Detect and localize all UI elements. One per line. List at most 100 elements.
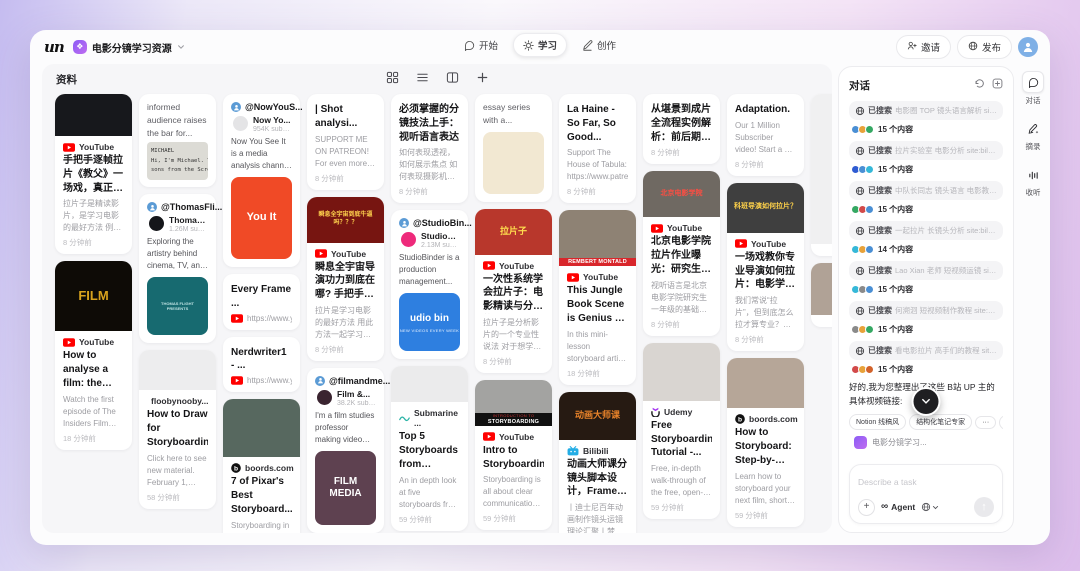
search-entry-results[interactable]: 15 个内容 — [849, 200, 1003, 216]
resource-card[interactable]: 动画大师课Bilibili动画大师课分镜头脚本设计，Framed ink 中..… — [559, 392, 636, 533]
style-pill[interactable]: Notion 线稿风 — [849, 414, 906, 430]
resource-card[interactable]: floobynooby...How to Draw for Storyboard… — [139, 350, 216, 508]
publish-button[interactable]: 发布 — [957, 35, 1012, 59]
columns-view-icon[interactable] — [443, 69, 461, 85]
card-timestamp: 8 分钟前 — [735, 334, 796, 345]
search-entry-action: 已搜索 — [868, 345, 892, 356]
resource-card[interactable]: 北京电影学院YouTube北京电影学院拉片作业曝光：研究生视听语言...视听语言… — [643, 171, 720, 335]
chat-icon — [1022, 71, 1044, 93]
card-thumbnail: REMBERT MONTALD — [559, 210, 636, 266]
resource-card[interactable]: UdemyFree Storyboarding Tutorial -...Fre… — [643, 343, 720, 519]
search-entry-pill[interactable]: 已搜索中队长同志 镜头语言 电影教学 site:... — [849, 181, 1003, 200]
resource-card[interactable]: @ThomasFli...Thomas...1.26M subscrib...E… — [139, 194, 216, 343]
card-link[interactable]: https://www.yo... — [231, 314, 292, 323]
result-favicons — [851, 325, 874, 334]
resource-card[interactable]: | Shot analysi...SUPPORT ME ON PATREON! … — [307, 94, 384, 190]
search-entry-results[interactable]: 15 个内容 — [849, 160, 1003, 176]
mode-tabs: 开始 学习 创作 — [455, 33, 625, 57]
resource-card[interactable]: @NowYouS...Now Yo...954K subscrib...Now … — [223, 94, 300, 267]
youtube-icon — [315, 249, 327, 258]
more-pill[interactable]: ··· — [975, 416, 996, 429]
search-entry-pill[interactable]: 已搜索电影圈 TOP 镜头语言解析 site:bilibil... — [849, 101, 1003, 120]
agent-selector[interactable]: ∞ Agent — [881, 502, 915, 512]
resource-card[interactable]: bboords.com7 of Pixar's Best Storyboard.… — [223, 399, 300, 533]
user-avatar[interactable] — [1018, 37, 1038, 57]
board-reference-chip[interactable]: 电影分镜学习... — [849, 436, 1003, 449]
rail-item-收听[interactable]: 收听 — [1023, 165, 1043, 198]
history-icon[interactable] — [974, 76, 985, 94]
card-timestamp: 59 分钟前 — [399, 514, 460, 525]
resource-card[interactable] — [811, 263, 832, 327]
resource-card[interactable]: La Haine - So Far, So Good...Support The… — [559, 94, 636, 203]
resource-card[interactable]: Submarine ...Top 5 Storyboards from Famo… — [391, 366, 468, 530]
search-entry-action: 已搜索 — [868, 145, 892, 156]
resource-card[interactable]: essay series with a... — [475, 94, 552, 202]
search-entry-pill[interactable]: 已搜索拉片实验室 电影分析 site:bilibili.com — [849, 141, 1003, 160]
card-title: 一场戏教你专业导演如何拉片：电影学院第一课 — [735, 251, 796, 292]
app-logo[interactable]: un — [44, 40, 64, 55]
task-input[interactable] — [858, 477, 994, 497]
thumbnail-text: FILM — [75, 287, 111, 305]
resource-card[interactable]: Every Frame ...https://www.yo... — [223, 274, 300, 330]
search-entry-pill[interactable]: 已搜索何溯洄 短视频制作教程 site:bilibili.c... — [849, 301, 1003, 320]
app-window: un ❖ 电影分镜学习资源 开始 学习 创作 邀请 发布 — [30, 30, 1050, 545]
card-thumbnail: 拉片子 — [475, 209, 552, 255]
resource-card[interactable] — [811, 94, 832, 256]
list-view-icon[interactable] — [413, 69, 431, 85]
favicon-dot — [865, 285, 874, 294]
resource-card[interactable]: 必须掌握的分镜技法上手：视听语言表达如何表现透视，如何展示焦点 如何表现摄影机的… — [391, 94, 468, 203]
sliders-icon[interactable] — [999, 415, 1003, 430]
resource-card[interactable]: 瞬息全宇宙到底牛逼吗？？？YouTube瞬息全宇宙导演功力到底在哪? 手把手逐帧… — [307, 197, 384, 361]
script-screenshot: MICHAELHi, I'm Michael. Thsons from the … — [147, 142, 208, 180]
resource-card[interactable]: REMBERT MONTALDYouTubeThis Jungle Book S… — [559, 210, 636, 384]
resource-card[interactable]: @StudioBin...StudioBinder2.13M subscrib.… — [391, 210, 468, 359]
search-entry-results[interactable]: 15 个内容 — [849, 360, 1003, 376]
thumbnail-strip-text: REMBERT MONTALD — [559, 259, 636, 265]
web-access-selector[interactable] — [921, 502, 939, 512]
search-entry-pill[interactable]: 已搜索Lao Xian 老师 短视频运镜 site:bilib... — [849, 261, 1003, 280]
invite-button[interactable]: 邀请 — [896, 35, 951, 59]
plus-view-icon[interactable] — [473, 69, 491, 85]
search-entry-results[interactable]: 15 个内容 — [849, 120, 1003, 136]
nav-tab-创作[interactable]: 创作 — [573, 34, 625, 56]
channel-bio: Exploring the artistry behind cinema, TV… — [147, 236, 208, 272]
youtube-icon — [735, 239, 747, 248]
resource-card[interactable]: Adaptation.Our 1 Million Subscriber vide… — [727, 94, 804, 176]
scroll-to-bottom-button[interactable] — [912, 387, 941, 416]
nav-tab-开始[interactable]: 开始 — [455, 34, 507, 56]
attach-button[interactable]: + — [858, 499, 875, 516]
resource-card[interactable]: FILMYouTubeHow to analyse a film: the co… — [55, 261, 132, 449]
new-chat-icon[interactable] — [992, 76, 1003, 94]
search-entry-pill[interactable]: 已搜索看电影拉片 高手们的教程 site:bilibili.c... — [849, 341, 1003, 360]
resource-card[interactable]: informed audience raises the bar for...M… — [139, 94, 216, 187]
result-favicons — [851, 125, 874, 134]
search-entry-results[interactable]: 15 个内容 — [849, 320, 1003, 336]
masonry-column: informed audience raises the bar for...M… — [139, 94, 216, 509]
card-timestamp: 8 分钟前 — [651, 147, 712, 158]
resource-card[interactable]: 从堪景到成片全流程实例解析：前后期各个部...8 分钟前 — [643, 94, 720, 164]
rail-item-摘录[interactable]: 摘录 — [1023, 119, 1043, 152]
nav-tab-label: 学习 — [538, 38, 557, 52]
search-entry-results[interactable]: 14 个内容 — [849, 240, 1003, 256]
resource-card[interactable]: bboords.comHow to Storyboard: Step-by-St… — [727, 358, 804, 526]
send-button[interactable]: ↑ — [974, 497, 994, 517]
grid-view-icon[interactable] — [383, 69, 401, 85]
resource-card[interactable]: 拉片子YouTube一次性系统学会拉片子：电影精读与分析的系...拉片子是分析影… — [475, 209, 552, 373]
resource-card[interactable]: Nerdwriter1 - ...https://www.yo... — [223, 337, 300, 393]
resource-card[interactable]: @filmandme...Film &...38.2K subscrib...I… — [307, 368, 384, 533]
card-link[interactable]: https://www.yo... — [231, 376, 292, 385]
card-thumbnail: INTRODUCTION TOSTORYBOARDING — [475, 380, 552, 426]
card-title: La Haine - So Far, So Good... — [567, 103, 628, 144]
rail-item-对话[interactable]: 对话 — [1022, 71, 1044, 106]
style-pill[interactable]: 结构化笔记专家 — [909, 414, 972, 430]
invite-label: 邀请 — [921, 40, 940, 54]
workspace-switcher[interactable]: ❖ 电影分镜学习资源 — [73, 40, 185, 55]
search-entry-pill[interactable]: 已搜索一起拉片 长镜头分析 site:bilibili.com — [849, 221, 1003, 240]
search-entry-results[interactable]: 15 个内容 — [849, 280, 1003, 296]
topbar: un ❖ 电影分镜学习资源 开始 学习 创作 邀请 发布 — [30, 30, 1050, 62]
resource-card[interactable]: INTRODUCTION TOSTORYBOARDINGYouTubeIntro… — [475, 380, 552, 531]
resource-card[interactable]: YouTube手把手逐帧拉片《教父》一场戏，真正精通...拉片子是精读影片，是学… — [55, 94, 132, 254]
resource-card[interactable]: 科班导演如何拉片？YouTube一场戏教你专业导演如何拉片：电影学院第一课我们常… — [727, 183, 804, 351]
nav-tab-学习[interactable]: 学习 — [513, 33, 567, 57]
card-title: Adaptation. — [735, 103, 796, 117]
